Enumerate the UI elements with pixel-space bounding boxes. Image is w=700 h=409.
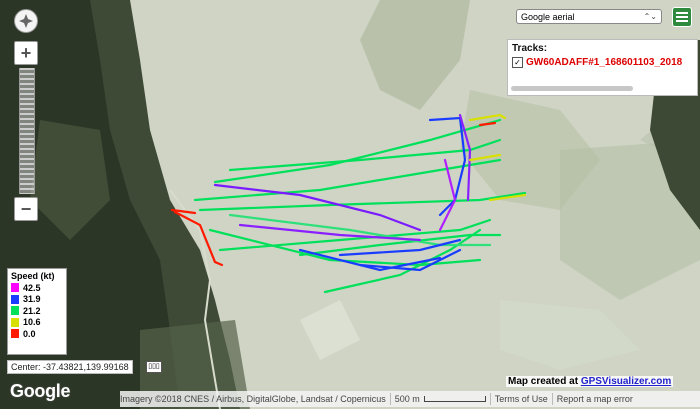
map-view[interactable]: + − Google aerial ⌃⌄ Tracks: ✓ GW60ADAFF… [0, 0, 700, 409]
legend-item: 21.2 [11, 305, 63, 317]
speed-legend: Speed (kt) 42.5 31.9 21.2 10.6 0.0 [7, 268, 67, 355]
pan-control-icon[interactable] [14, 9, 38, 33]
gpsvisualizer-link[interactable]: GPSVisualizer.com [581, 376, 671, 387]
legend-value: 0.0 [23, 328, 36, 339]
scale-bar [423, 396, 486, 402]
legend-title: Speed (kt) [11, 271, 55, 281]
legend-swatch [11, 306, 19, 316]
legend-item: 42.5 [11, 282, 63, 294]
legend-swatch [11, 329, 19, 339]
attribution-bar: Imagery ©2018 CNES / Airbus, DigitalGlob… [120, 391, 700, 407]
legend-value: 31.9 [23, 294, 41, 305]
track-checkbox[interactable]: ✓ [512, 57, 523, 68]
chevron-down-icon: ⌃⌄ [643, 12, 657, 21]
zoom-out-button[interactable]: − [14, 197, 38, 221]
terms-link[interactable]: Terms of Use [495, 394, 548, 404]
legend-item: 31.9 [11, 294, 63, 306]
ruler-icon[interactable]: ▯▯▯ [146, 361, 162, 373]
legend-value: 10.6 [23, 317, 41, 328]
map-type-select[interactable]: Google aerial ⌃⌄ [516, 9, 662, 24]
legend-value: 42.5 [23, 282, 41, 293]
track-row[interactable]: ✓ GW60ADAFF#1_168601103_2018 [512, 57, 693, 68]
credit-prefix: Map created at [508, 376, 581, 387]
google-logo: Google [10, 381, 71, 401]
track-name[interactable]: GW60ADAFF#1_168601103_2018 [526, 57, 682, 68]
zoom-in-button[interactable]: + [14, 41, 38, 65]
legend-swatch [11, 294, 19, 304]
map-type-label: Google aerial [521, 11, 575, 22]
menu-icon[interactable] [672, 7, 692, 27]
zoom-slider[interactable] [19, 68, 35, 194]
scale-label: 500 m [394, 394, 420, 404]
legend-item: 0.0 [11, 328, 63, 340]
report-error-link[interactable]: Report a map error [557, 394, 633, 404]
legend-swatch [11, 283, 19, 293]
legend-value: 21.2 [23, 305, 41, 316]
tracks-title: Tracks: [512, 43, 548, 54]
legend-item: 10.6 [11, 317, 63, 329]
legend-swatch [11, 317, 19, 327]
imagery-attribution: Imagery ©2018 CNES / Airbus, DigitalGlob… [120, 394, 386, 404]
credit-text: Map created at GPSVisualizer.com [506, 376, 674, 387]
center-coordinates: Center: -37.43821,139.99168 [7, 360, 133, 374]
tracks-panel: Tracks: ✓ GW60ADAFF#1_168601103_2018 [507, 39, 698, 96]
tracks-scrollbar[interactable] [511, 86, 633, 91]
